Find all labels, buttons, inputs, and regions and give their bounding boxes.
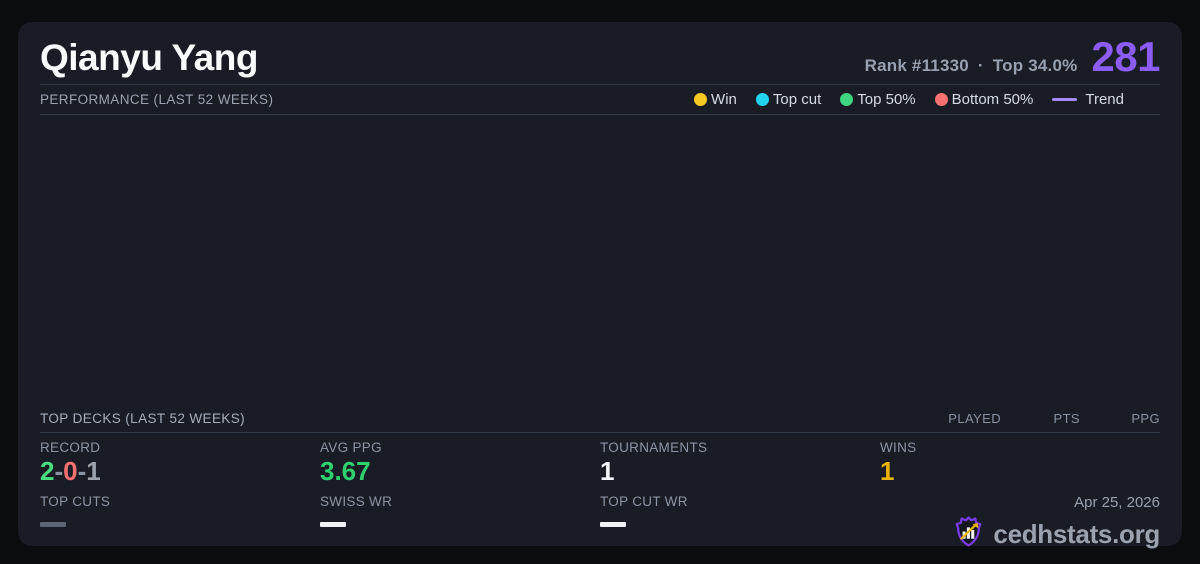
points-value: 281 <box>1091 33 1160 80</box>
card-footer: Apr 25, 2026 cedhstats.org <box>880 494 1160 553</box>
stats-grid: RECORD 2-0-1 AVG PPG 3.67 TOURNAMENTS 1 … <box>40 440 1160 553</box>
bottom50-dot-icon <box>934 93 948 106</box>
page-title: Qianyu Yang <box>40 37 258 78</box>
legend-item-bottom50: Bottom 50% <box>934 91 1034 108</box>
legend-item-top-cut: Top cut <box>755 91 822 108</box>
stat-label: AVG PPG <box>320 440 382 455</box>
rank-label: Rank #11330 <box>864 56 969 75</box>
performance-title: PERFORMANCE (LAST 52 WEEKS) <box>40 92 274 107</box>
record-wins: 2 <box>40 456 55 486</box>
stat-label: WINS <box>880 440 917 455</box>
legend-label: Win <box>711 91 737 108</box>
top-cut-dot-icon <box>755 93 769 106</box>
column-ppg: PPG <box>1131 411 1160 426</box>
legend-label: Bottom 50% <box>951 91 1034 108</box>
rank-separator: · <box>977 56 984 75</box>
stat-label: TOURNAMENTS <box>600 440 708 455</box>
swiss-wr-empty-value <box>320 522 346 527</box>
top-percent-label: Top 34.0% <box>992 56 1078 75</box>
stat-record: RECORD 2-0-1 <box>40 440 320 488</box>
stat-label: RECORD <box>40 440 101 455</box>
card-header: Qianyu Yang Rank #11330 · Top 34.0% 281 <box>40 22 1160 85</box>
stat-top-cut-wr: TOP CUT WR <box>600 494 880 553</box>
trend-line-icon <box>1052 98 1078 101</box>
top50-dot-icon <box>840 93 854 106</box>
site-name[interactable]: cedhstats.org <box>993 519 1160 550</box>
stat-label: TOP CUT WR <box>600 494 688 509</box>
legend-item-trend: Trend <box>1052 91 1124 108</box>
top-decks-header: TOP DECKS (LAST 52 WEEKS) PLAYED PTS PPG <box>40 405 1160 433</box>
win-dot-icon <box>694 93 708 106</box>
top-cut-wr-empty-value <box>600 522 626 527</box>
rank-text: Rank #11330 · Top 34.0% <box>865 56 1078 76</box>
stat-top-cuts: TOP CUTS <box>40 494 320 553</box>
stat-label: SWISS WR <box>320 494 393 509</box>
column-played: PLAYED <box>948 411 1001 426</box>
stat-tournaments: TOURNAMENTS 1 <box>600 440 880 488</box>
legend-label: Trend <box>1085 91 1124 108</box>
stat-wins: WINS 1 <box>880 440 1160 488</box>
stat-swiss-wr: SWISS WR <box>320 494 600 553</box>
legend-item-win: Win <box>694 91 737 108</box>
rank-summary: Rank #11330 · Top 34.0% 281 <box>865 33 1161 80</box>
top-decks-columns: PLAYED PTS PPG <box>921 411 1160 426</box>
player-stats-card: Qianyu Yang Rank #11330 · Top 34.0% 281 … <box>18 22 1182 549</box>
record-separator: - <box>77 456 87 486</box>
legend-label: Top cut <box>772 91 822 108</box>
stat-label: TOP CUTS <box>40 494 111 509</box>
chart-legend: Win Top cut Top 50% Bottom 50% Trend <box>694 91 1124 108</box>
legend-item-top50: Top 50% <box>840 91 916 108</box>
record-separator: - <box>54 456 64 486</box>
performance-header: PERFORMANCE (LAST 52 WEEKS) Win Top cut … <box>40 85 1160 115</box>
avg-ppg-value: 3.67 <box>320 456 371 486</box>
record-losses: 0 <box>63 456 78 486</box>
wins-value: 1 <box>880 456 895 486</box>
stat-avg-ppg: AVG PPG 3.67 <box>320 440 600 488</box>
column-pts: PTS <box>1053 411 1080 426</box>
top-cuts-empty-value <box>40 522 66 527</box>
record-value: 2-0-1 <box>40 456 320 486</box>
brand[interactable]: cedhstats.org <box>952 515 1160 553</box>
legend-label: Top 50% <box>857 91 916 108</box>
top-decks-title: TOP DECKS (LAST 52 WEEKS) <box>40 411 246 426</box>
cedhstats-shield-logo-icon <box>952 515 985 553</box>
record-draws: 1 <box>86 456 101 486</box>
date-label: Apr 25, 2026 <box>1074 494 1160 511</box>
tournaments-value: 1 <box>600 456 615 486</box>
performance-chart <box>40 115 1160 405</box>
